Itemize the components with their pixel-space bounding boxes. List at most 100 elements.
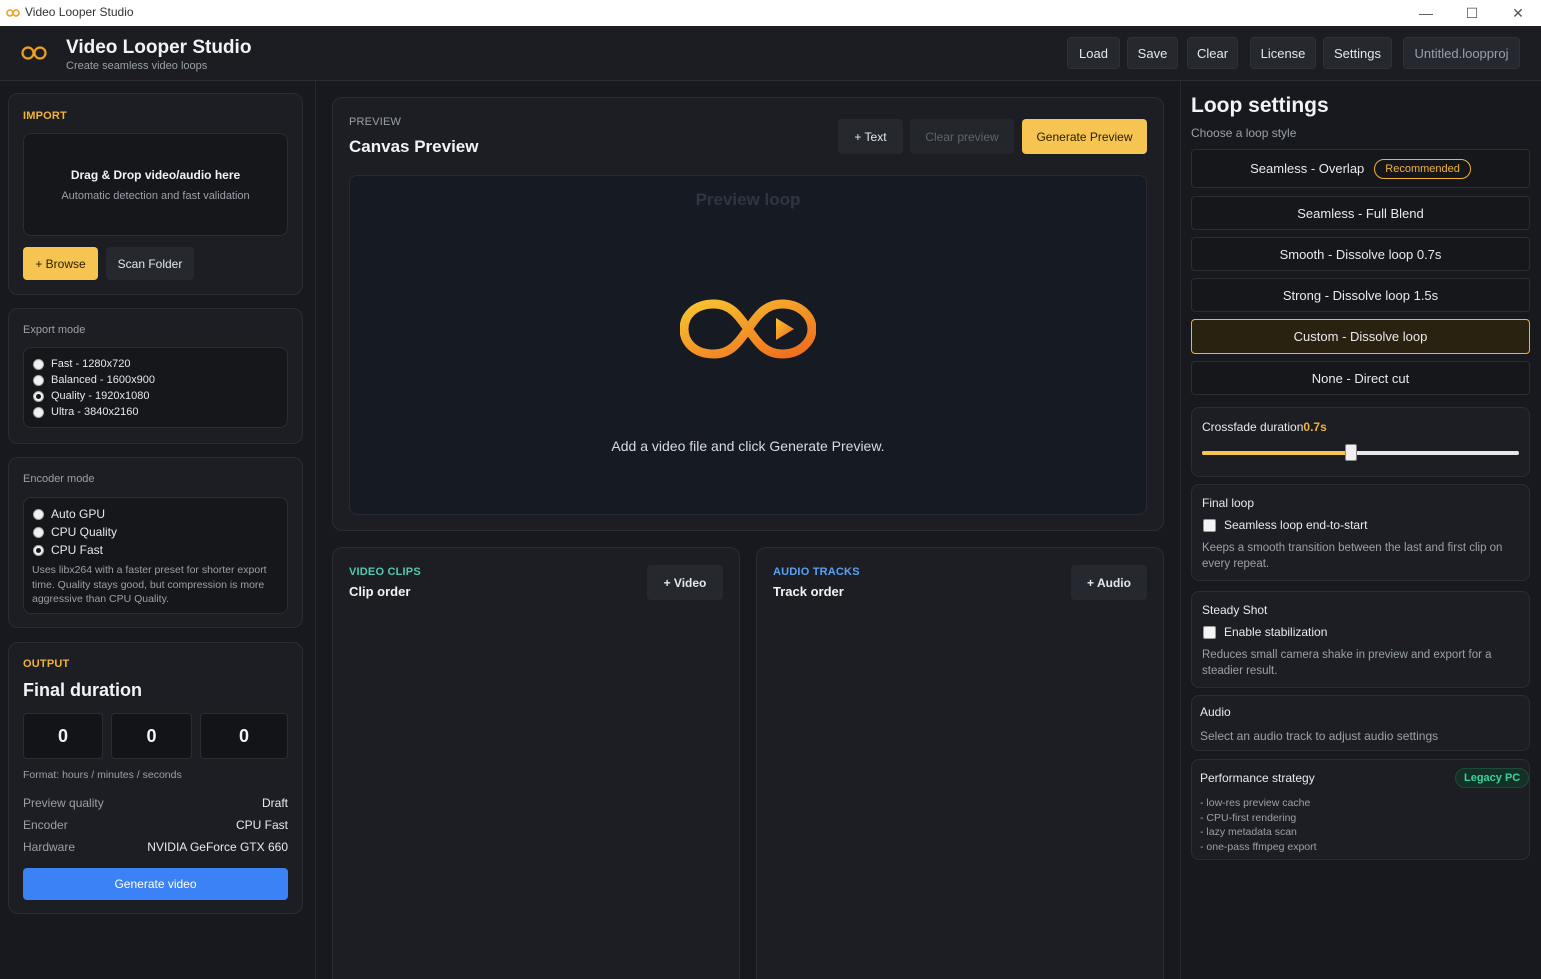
clear-preview-button[interactable]: Clear preview (910, 119, 1014, 154)
export-option-label: Fast - 1280x720 (51, 358, 131, 370)
app-title: Video Looper Studio (66, 37, 252, 58)
radio-icon (33, 526, 44, 538)
preview-loop-label: Preview loop (695, 190, 801, 209)
license-button[interactable]: License (1250, 37, 1316, 69)
performance-item: - CPU-first rendering (1200, 811, 1297, 824)
final-duration-title: Final duration (23, 680, 142, 700)
crossfade-value: 0.7s (1303, 420, 1327, 434)
performance-item: - low-res preview cache (1200, 797, 1311, 809)
save-button[interactable]: Save (1127, 37, 1178, 69)
crossfade-label-text: Crossfade duration (1202, 420, 1304, 434)
track-order-title: Track order (773, 584, 844, 599)
encoder-option-auto-gpu[interactable]: Auto GPU (33, 507, 105, 521)
row-key: Hardware (23, 840, 76, 854)
loop-option-label: Custom - Dissolve loop (1293, 329, 1428, 344)
performance-title: Performance strategy (1200, 771, 1315, 785)
loop-option-direct-cut[interactable]: None - Direct cut (1191, 361, 1530, 395)
hardware-row: Hardware NVIDIA GeForce GTX 660 (23, 840, 288, 854)
export-option-balanced[interactable]: Balanced - 1600x900 (33, 374, 155, 386)
add-audio-button[interactable]: + Audio (1071, 565, 1147, 600)
row-value: NVIDIA GeForce GTX 660 (147, 840, 288, 854)
audio-tracks-panel (756, 547, 1164, 979)
loop-option-label: Smooth - Dissolve loop 0.7s (1279, 246, 1442, 262)
import-kicker: IMPORT (23, 110, 67, 122)
scan-folder-button[interactable]: Scan Folder (106, 247, 194, 280)
app-header: Video Looper Studio Create seamless vide… (0, 26, 1541, 81)
clear-button[interactable]: Clear (1187, 37, 1238, 69)
legacy-pc-badge: Legacy PC (1455, 768, 1530, 788)
encoder-option-label: CPU Quality (51, 525, 118, 539)
minutes-input[interactable]: 0 (111, 713, 192, 759)
loop-option-label: Strong - Dissolve loop 1.5s (1282, 287, 1439, 303)
export-mode-label: Export mode (23, 324, 86, 336)
project-name-button[interactable]: Untitled.loopproj (1403, 37, 1520, 69)
export-option-fast[interactable]: Fast - 1280x720 (33, 358, 131, 370)
encoder-option-cpu-quality[interactable]: CPU Quality (33, 525, 117, 539)
stabilization-checkbox[interactable]: Enable stabilization (1203, 625, 1327, 639)
loop-option-seamless-overlap[interactable]: Seamless - Overlap Recommended (1191, 149, 1530, 188)
recommended-badge: Recommended (1374, 158, 1471, 179)
loop-option-strong-dissolve[interactable]: Strong - Dissolve loop 1.5s (1191, 278, 1530, 312)
radio-icon (33, 358, 44, 370)
close-icon[interactable]: ✕ (1495, 0, 1541, 26)
loop-settings-title: Loop settings (1191, 94, 1329, 117)
crossfade-slider-thumb[interactable] (1344, 444, 1357, 461)
final-loop-description: Keeps a smooth transition between the la… (1202, 542, 1503, 570)
generate-preview-button[interactable]: Generate Preview (1022, 119, 1147, 154)
hours-input[interactable]: 0 (23, 713, 103, 759)
preview-quality-row: Preview quality Draft (23, 796, 288, 810)
export-option-label: Ultra - 3840x2160 (51, 406, 139, 418)
loop-option-label: Seamless - Overlap (1250, 161, 1365, 176)
output-kicker: OUTPUT (23, 658, 70, 670)
checkbox-label: Seamless loop end-to-start (1224, 518, 1368, 532)
infinity-logo-icon (21, 46, 47, 60)
performance-list: - low-res preview cache - CPU-first rend… (1200, 796, 1317, 854)
infinity-play-logo-icon (680, 299, 816, 359)
clip-order-title: Clip order (349, 584, 411, 599)
encoder-row: Encoder CPU Fast (23, 818, 288, 832)
export-option-ultra[interactable]: Ultra - 3840x2160 (33, 406, 138, 418)
final-loop-title: Final loop (1202, 496, 1255, 510)
audio-tracks-kicker: AUDIO TRACKS (773, 566, 860, 578)
loop-option-custom-dissolve[interactable]: Custom - Dissolve loop (1191, 319, 1530, 354)
drop-zone-subtitle: Automatic detection and fast validation (61, 190, 250, 202)
encoder-option-cpu-fast[interactable]: CPU Fast (33, 543, 103, 557)
encoder-option-label: CPU Fast (51, 543, 104, 557)
audio-settings-title: Audio (1200, 705, 1231, 719)
seconds-input[interactable]: 0 (200, 713, 288, 759)
checkbox-icon (1203, 625, 1216, 639)
seamless-loop-checkbox[interactable]: Seamless loop end-to-start (1203, 518, 1367, 532)
radio-selected-icon (33, 390, 44, 402)
encoder-option-label: Auto GPU (51, 507, 106, 521)
audio-settings-description: Select an audio track to adjust audio se… (1200, 729, 1439, 743)
window-titlebar: Video Looper Studio — ☐ ✕ (0, 0, 1541, 26)
row-value: CPU Fast (235, 818, 288, 832)
export-option-quality[interactable]: Quality - 1920x1080 (33, 390, 149, 402)
settings-button[interactable]: Settings (1323, 37, 1392, 69)
row-key: Encoder (23, 818, 68, 832)
row-key: Preview quality (23, 796, 104, 810)
drop-zone-title: Drag & Drop video/audio here (70, 168, 241, 182)
crossfade-slider-track[interactable] (1202, 444, 1519, 461)
app-subtitle: Create seamless video loops (66, 60, 208, 72)
generate-video-button[interactable]: Generate video (23, 868, 288, 900)
row-value: Draft (261, 796, 288, 810)
maximize-icon[interactable]: ☐ (1449, 0, 1495, 26)
export-option-label: Quality - 1920x1080 (51, 390, 150, 402)
checkbox-label: Enable stabilization (1224, 625, 1328, 639)
loop-option-seamless-full-blend[interactable]: Seamless - Full Blend (1191, 196, 1530, 230)
radio-icon (33, 406, 44, 418)
add-text-button[interactable]: + Text (838, 119, 903, 154)
browse-button[interactable]: + Browse (23, 247, 98, 280)
loop-settings-subtitle: Choose a loop style (1191, 126, 1297, 140)
loop-option-label: Seamless - Full Blend (1297, 205, 1424, 221)
radio-icon (33, 508, 44, 520)
encoder-description: Uses libx264 with a faster preset for sh… (32, 564, 267, 605)
load-button[interactable]: Load (1067, 37, 1120, 69)
loop-option-smooth-dissolve[interactable]: Smooth - Dissolve loop 0.7s (1191, 237, 1530, 271)
steady-shot-description: Reduces small camera shake in preview an… (1202, 649, 1492, 677)
minimize-icon[interactable]: — (1403, 0, 1449, 26)
crossfade-panel (1191, 407, 1530, 477)
add-video-button[interactable]: + Video (647, 565, 723, 600)
drop-zone[interactable] (23, 133, 288, 236)
